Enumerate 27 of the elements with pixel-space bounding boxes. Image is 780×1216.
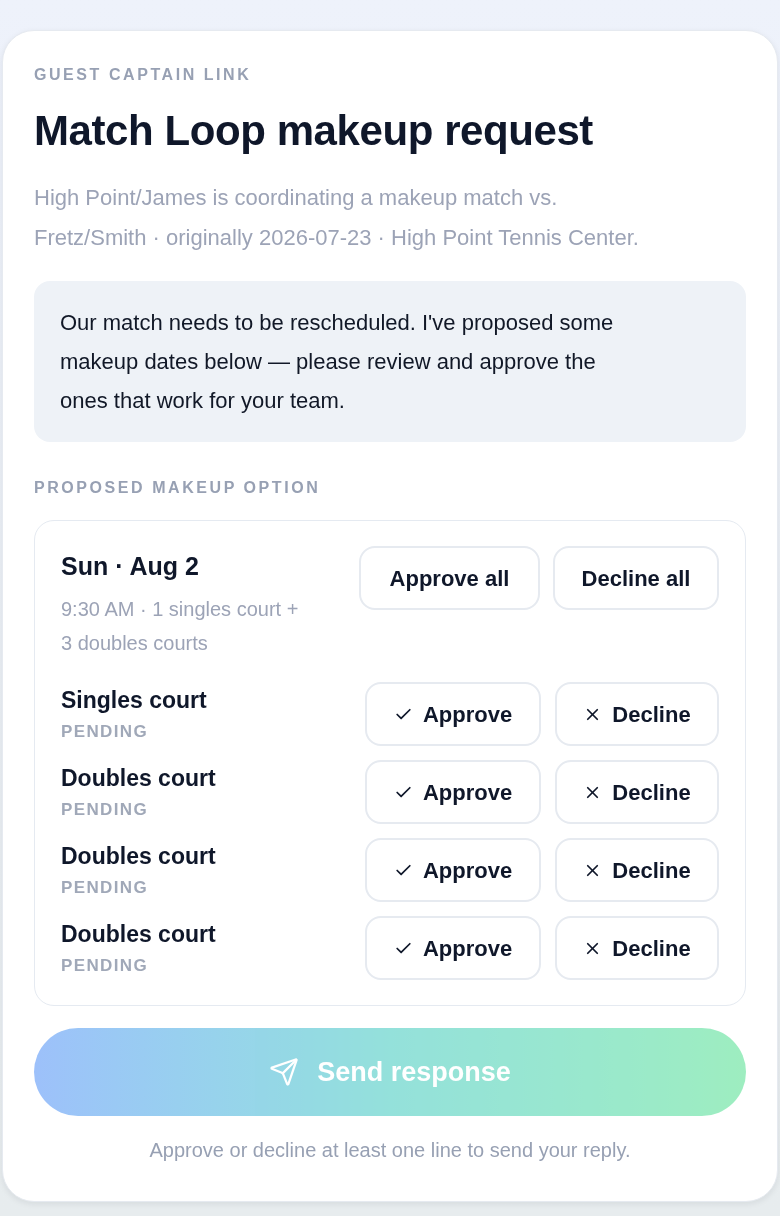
hint-text: Approve or decline at least one line to send your reply. <box>148 1138 632 1162</box>
option-date: Sun · Aug 2 <box>61 551 200 581</box>
page-title: Match Loop makeup request <box>34 108 594 154</box>
line-name: Doubles court <box>61 920 216 948</box>
line-status: PENDING <box>61 878 149 898</box>
line-status: PENDING <box>61 722 149 742</box>
approve-all-button[interactable]: Approve all <box>359 546 540 610</box>
section-label: PROPOSED MAKEUP OPTION <box>34 478 322 498</box>
eyebrow-label: GUEST CAPTAIN LINK <box>34 65 253 85</box>
decline-button[interactable]: Decline <box>555 682 719 746</box>
approve-button[interactable]: Approve <box>365 838 541 902</box>
line-name: Doubles court <box>61 842 216 870</box>
approve-button[interactable]: Approve <box>365 916 541 980</box>
decline-button[interactable]: Decline <box>555 838 719 902</box>
line-name: Doubles court <box>61 764 216 792</box>
option-details: 9:30 AM · 1 singles court + 3 doubles courts <box>61 597 300 656</box>
decline-button[interactable]: Decline <box>555 760 719 824</box>
message-text: Our match needs to be rescheduled. I've proposed some makeup dates below — please review and approve the ones that work for your team. <box>60 309 615 415</box>
decline-all-button[interactable]: Decline all <box>553 546 719 610</box>
send-icon <box>269 1057 300 1087</box>
approve-button[interactable]: Approve <box>365 682 541 746</box>
line-status: PENDING <box>61 800 149 820</box>
approve-button[interactable]: Approve <box>365 760 541 824</box>
line-status: PENDING <box>61 956 149 976</box>
description-text: High Point/James is coordinating a makeup match vs. Fretz/Smith · originally 2026-07-23 · High Point Tennis Center. <box>34 184 640 252</box>
line-name: Singles court <box>61 686 207 714</box>
decline-button[interactable]: Decline <box>555 916 719 980</box>
